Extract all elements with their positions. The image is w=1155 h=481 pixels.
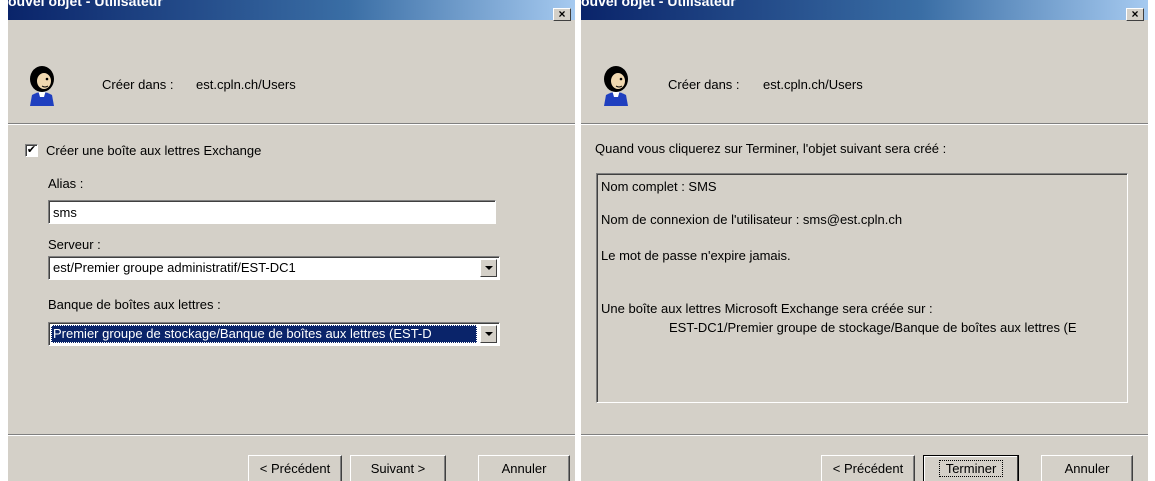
title-bar[interactable]: ouvel objet - Utilisateur <box>581 0 1148 20</box>
create-mailbox-checkbox[interactable]: ✔ <box>25 144 38 157</box>
server-selected-value: est/Premier groupe administratif/EST-DC1 <box>53 260 296 275</box>
user-icon <box>30 66 54 106</box>
server-dropdown[interactable]: est/Premier groupe administratif/EST-DC1 <box>48 256 500 280</box>
chevron-down-icon[interactable] <box>480 259 497 277</box>
separator <box>8 434 575 436</box>
summary-intro-text: Quand vous cliquerez sur Terminer, l'obj… <box>595 141 947 156</box>
separator <box>581 434 1148 436</box>
next-button[interactable]: Suivant > <box>350 455 446 481</box>
close-button[interactable]: × <box>553 8 571 21</box>
summary-mailbox-store-path: EST-DC1/Premier groupe de stockage/Banqu… <box>669 320 1077 335</box>
separator <box>581 123 1148 125</box>
new-object-dialog-summary-step: ouvel objet - Utilisateur × Créer dans :… <box>581 0 1148 481</box>
user-icon <box>604 66 628 106</box>
summary-mailbox-line: Une boîte aux lettres Microsoft Exchange… <box>601 301 933 316</box>
create-in-path: est.cpln.ch/Users <box>763 77 863 92</box>
cancel-button[interactable]: Annuler <box>478 455 570 481</box>
create-in-path: est.cpln.ch/Users <box>196 77 296 92</box>
back-button[interactable]: < Précédent <box>248 455 342 481</box>
checkmark-icon: ✔ <box>26 144 37 156</box>
close-button[interactable]: × <box>1126 8 1144 21</box>
mailbox-store-label: Banque de boîtes aux lettres : <box>48 297 221 312</box>
separator <box>8 123 575 125</box>
mailbox-store-selected-value: Premier groupe de stockage/Banque de boî… <box>51 325 477 343</box>
summary-logon-name: Nom de connexion de l'utilisateur : sms@… <box>601 212 903 227</box>
new-object-dialog-mailbox-step: ouvel objet - Utilisateur × Créer dans :… <box>8 0 575 481</box>
back-button[interactable]: < Précédent <box>821 455 915 481</box>
create-in-label: Créer dans : <box>102 77 174 92</box>
finish-button[interactable]: Terminer <box>923 455 1019 481</box>
summary-full-name: Nom complet : SMS <box>601 179 717 194</box>
create-mailbox-label: Créer une boîte aux lettres Exchange <box>46 143 262 158</box>
summary-password-policy: Le mot de passe n'expire jamais. <box>601 248 791 263</box>
cancel-button[interactable]: Annuler <box>1041 455 1133 481</box>
mailbox-store-dropdown[interactable]: Premier groupe de stockage/Banque de boî… <box>48 322 500 346</box>
server-label: Serveur : <box>48 237 101 252</box>
window-title: ouvel objet - Utilisateur <box>581 0 736 9</box>
create-in-label: Créer dans : <box>668 77 740 92</box>
summary-textarea[interactable]: Nom complet : SMS Nom de connexion de l'… <box>596 173 1128 403</box>
finish-button-label: Terminer <box>938 460 1004 477</box>
window-title: ouvel objet - Utilisateur <box>8 0 163 9</box>
alias-label: Alias : <box>48 176 84 191</box>
chevron-down-icon[interactable] <box>480 325 497 343</box>
title-bar[interactable]: ouvel objet - Utilisateur <box>8 0 575 20</box>
alias-input[interactable]: sms <box>48 200 496 224</box>
